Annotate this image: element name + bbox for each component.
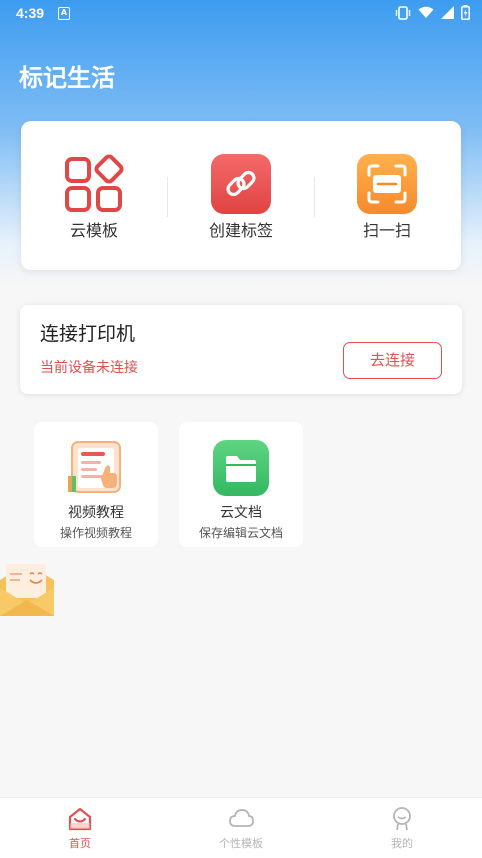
folder-icon: [213, 440, 269, 496]
cloud-template-label: 云模板: [69, 221, 118, 240]
scan-button[interactable]: 扫一扫: [327, 153, 447, 241]
cloud-template-button[interactable]: 云模板: [34, 153, 154, 241]
connect-button[interactable]: 去连接: [343, 342, 442, 379]
printer-status: 当前设备未连接: [40, 360, 138, 376]
divider: [167, 177, 168, 217]
nav-home[interactable]: 首页: [20, 806, 140, 851]
signal-icon: [441, 6, 454, 19]
envelope-icon: [0, 564, 54, 616]
nav-home-label: 首页: [69, 837, 91, 850]
battery-icon: [461, 5, 470, 20]
divider: [314, 177, 315, 217]
page-title: 标记生活: [19, 64, 115, 92]
link-icon: [211, 154, 271, 214]
cloud-docs-title: 云文档: [220, 505, 262, 521]
video-tutorial-subtitle: 操作视频教程: [59, 526, 132, 540]
create-label-button[interactable]: 创建标签: [181, 153, 301, 241]
grid-template-icon: [65, 154, 124, 212]
status-icons: [395, 5, 470, 20]
printer-card: 连接打印机 当前设备未连接 去连接: [20, 305, 462, 394]
cloud-docs-subtitle: 保存编辑云文档: [198, 526, 283, 540]
cloud-icon: [229, 809, 254, 827]
printer-title: 连接打印机: [40, 323, 136, 345]
home-icon: [68, 807, 92, 831]
cloud-docs-tile[interactable]: 云文档 保存编辑云文档: [179, 422, 303, 547]
vibrate-icon: [395, 5, 411, 20]
video-tutorial-icon: [68, 441, 121, 493]
notification-a-icon: A: [58, 7, 70, 20]
scan-label: 扫一扫: [362, 221, 411, 240]
wifi-icon: [418, 6, 434, 18]
nav-profile-label: 我的: [391, 837, 413, 850]
nav-profile[interactable]: 我的: [342, 806, 462, 851]
envelope-message-icon[interactable]: [0, 560, 56, 618]
profile-icon: [393, 807, 411, 831]
bottom-nav: 首页 个性模板 我的: [0, 797, 482, 858]
scan-icon: [357, 154, 417, 214]
video-tutorial-tile[interactable]: 视频教程 操作视频教程: [34, 422, 158, 547]
nav-templates-label: 个性模板: [219, 837, 263, 850]
status-time: 4:39: [16, 5, 45, 21]
video-tutorial-title: 视频教程: [68, 505, 124, 521]
nav-templates[interactable]: 个性模板: [181, 806, 301, 851]
create-label-text: 创建标签: [208, 221, 273, 240]
status-bar: 4:39 A: [0, 0, 482, 28]
quick-actions-card: 云模板 创建标签 扫一扫: [21, 121, 461, 270]
